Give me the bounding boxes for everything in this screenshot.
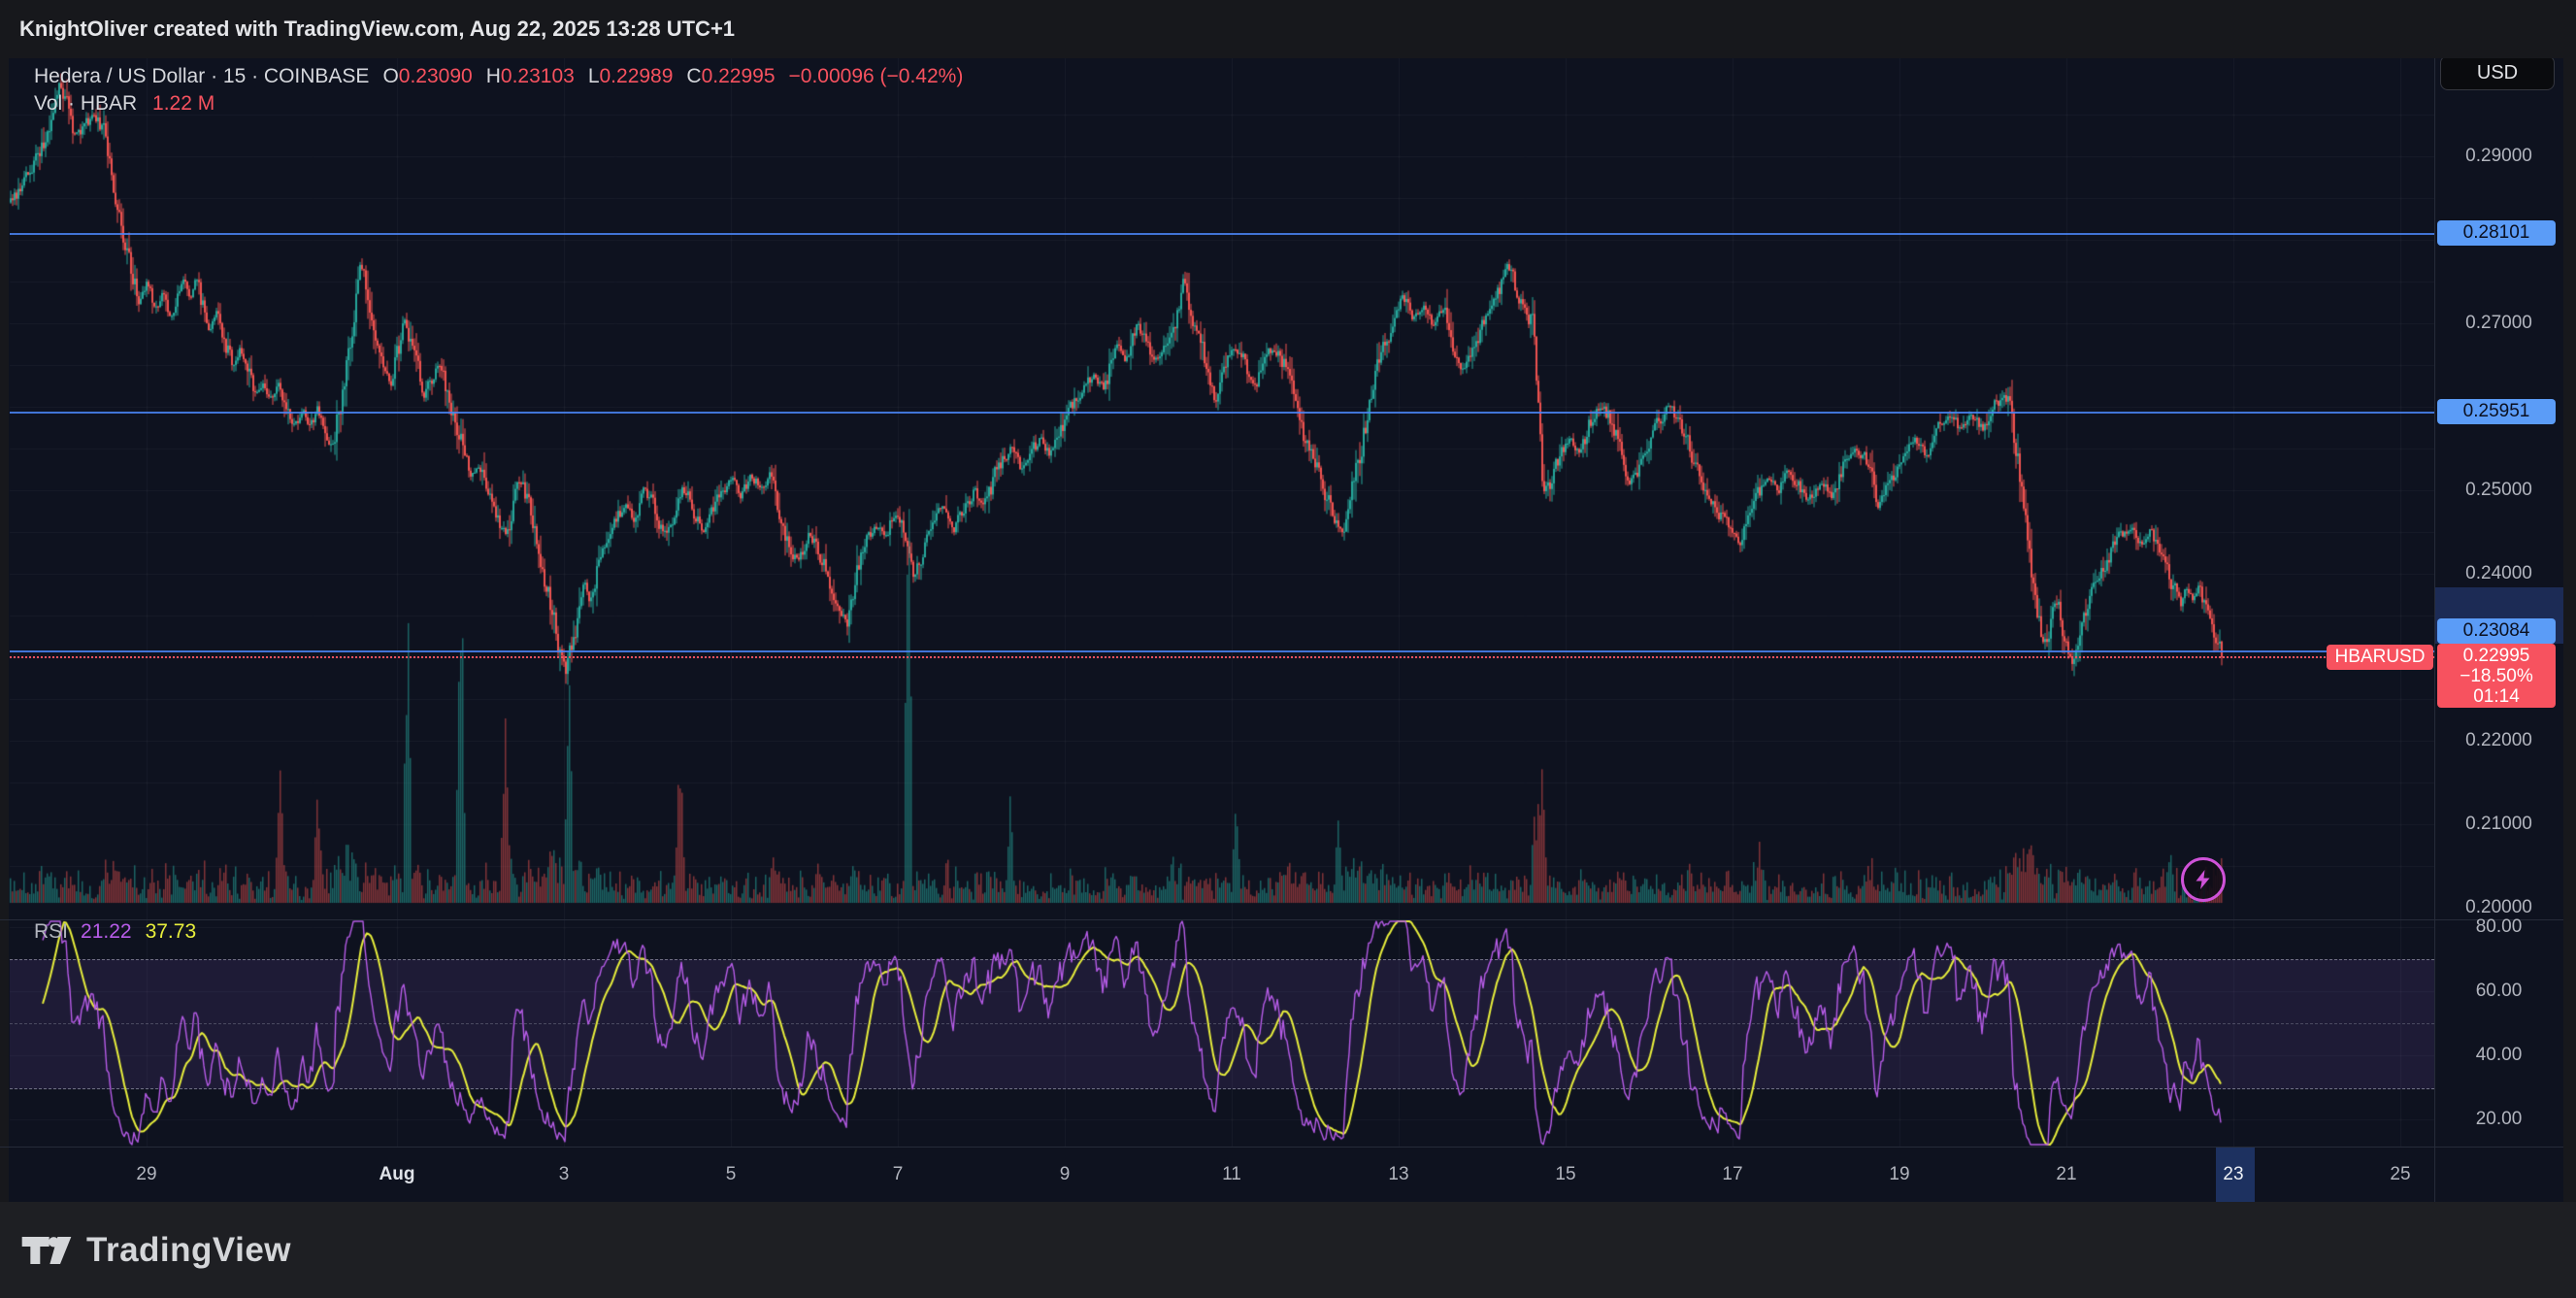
time-tick: 23 [2199, 1147, 2267, 1202]
time-tick: 3 [530, 1147, 598, 1202]
bar-countdown: 01:14 [2437, 686, 2556, 707]
rsi-tick: 80.00 [2434, 917, 2563, 937]
time-tick: Aug [363, 1147, 431, 1202]
ohlc-key: H [486, 65, 501, 87]
price-level-badge: 0.25951 [2437, 399, 2556, 424]
support-level-line [10, 412, 2434, 414]
support-level-line [10, 650, 2434, 652]
price-tick: 0.25000 [2434, 481, 2563, 500]
volume-legend[interactable]: Vol · HBAR 1.22 M [34, 92, 215, 116]
volume-label: Vol · HBAR [34, 92, 137, 115]
lightning-icon [2192, 868, 2215, 891]
price-level-badge: 0.28101 [2437, 220, 2556, 246]
current-price-line [10, 656, 2434, 658]
symbol-price-label: HBARUSD [2327, 645, 2433, 670]
price-axis-border [2434, 58, 2435, 1202]
ohlc-value: 0.22995 [702, 65, 776, 87]
price-tick: 0.24000 [2434, 564, 2563, 583]
ohlc-value: 0.23090 [399, 65, 473, 87]
rsi-legend[interactable]: RSI 21.22 37.73 [34, 920, 196, 944]
ohlc-key: C [686, 65, 701, 87]
current-price-change: −18.50% [2437, 666, 2556, 686]
time-tick: 5 [697, 1147, 765, 1202]
time-tick: 29 [113, 1147, 181, 1202]
currency-toggle-button[interactable]: USD [2440, 55, 2555, 90]
current-price-value: 0.22995 [2437, 646, 2556, 666]
support-level-line [10, 233, 2434, 235]
chart-canvas[interactable] [0, 0, 2576, 1298]
ohlc-values: O0.23090 H0.23103 L0.22989 C0.22995 [369, 65, 775, 87]
rsi-tick: 20.00 [2434, 1110, 2563, 1129]
rsi-label: RSI [34, 920, 68, 943]
symbol-title: Hedera / US Dollar · 15 · COINBASE [34, 65, 369, 87]
price-tick: 0.22000 [2434, 731, 2563, 750]
rsi-tick: 40.00 [2434, 1046, 2563, 1065]
tradingview-logo-icon [21, 1237, 72, 1264]
pane-divider[interactable] [0, 919, 2563, 920]
time-tick: 21 [2032, 1147, 2100, 1202]
price-tick: 0.21000 [2434, 815, 2563, 834]
rsi-ma-value: 37.73 [146, 920, 197, 943]
ohlc-key: L [588, 65, 600, 87]
time-tick: 15 [1532, 1147, 1600, 1202]
time-tick: 11 [1198, 1147, 1266, 1202]
tradingview-logo[interactable]: TradingView [21, 1202, 291, 1298]
ohlc-key: O [382, 65, 398, 87]
instant-trading-button[interactable] [2181, 857, 2226, 902]
price-level-badge: 0.23084 [2437, 618, 2556, 644]
time-tick: 19 [1866, 1147, 1933, 1202]
footer: TradingView [0, 1202, 2576, 1298]
volume-value: 1.22 M [152, 92, 215, 115]
time-tick: 13 [1365, 1147, 1433, 1202]
price-scale[interactable] [2435, 97, 2563, 913]
price-tick: 0.20000 [2434, 898, 2563, 917]
current-price-badge: 0.22995 −18.50% 01:14 [2437, 644, 2556, 708]
change-value: −0.00096 (−0.42%) [789, 65, 964, 87]
time-tick: 9 [1031, 1147, 1099, 1202]
snapshot-title: KnightOliver created with TradingView.co… [19, 0, 735, 58]
price-tick: 0.27000 [2434, 314, 2563, 333]
top-bar: KnightOliver created with TradingView.co… [0, 0, 2576, 58]
tradingview-logo-text: TradingView [86, 1231, 291, 1270]
time-tick: 17 [1699, 1147, 1767, 1202]
symbol-legend[interactable]: Hedera / US Dollar · 15 · COINBASEO0.230… [34, 65, 963, 88]
rsi-tick: 60.00 [2434, 982, 2563, 1001]
time-tick: 25 [2366, 1147, 2434, 1202]
ohlc-value: 0.23103 [501, 65, 575, 87]
rsi-value: 21.22 [81, 920, 132, 943]
right-margin [2563, 58, 2576, 1202]
time-tick: 7 [864, 1147, 932, 1202]
ohlc-value: 0.22989 [600, 65, 674, 87]
price-tick: 0.29000 [2434, 147, 2563, 166]
